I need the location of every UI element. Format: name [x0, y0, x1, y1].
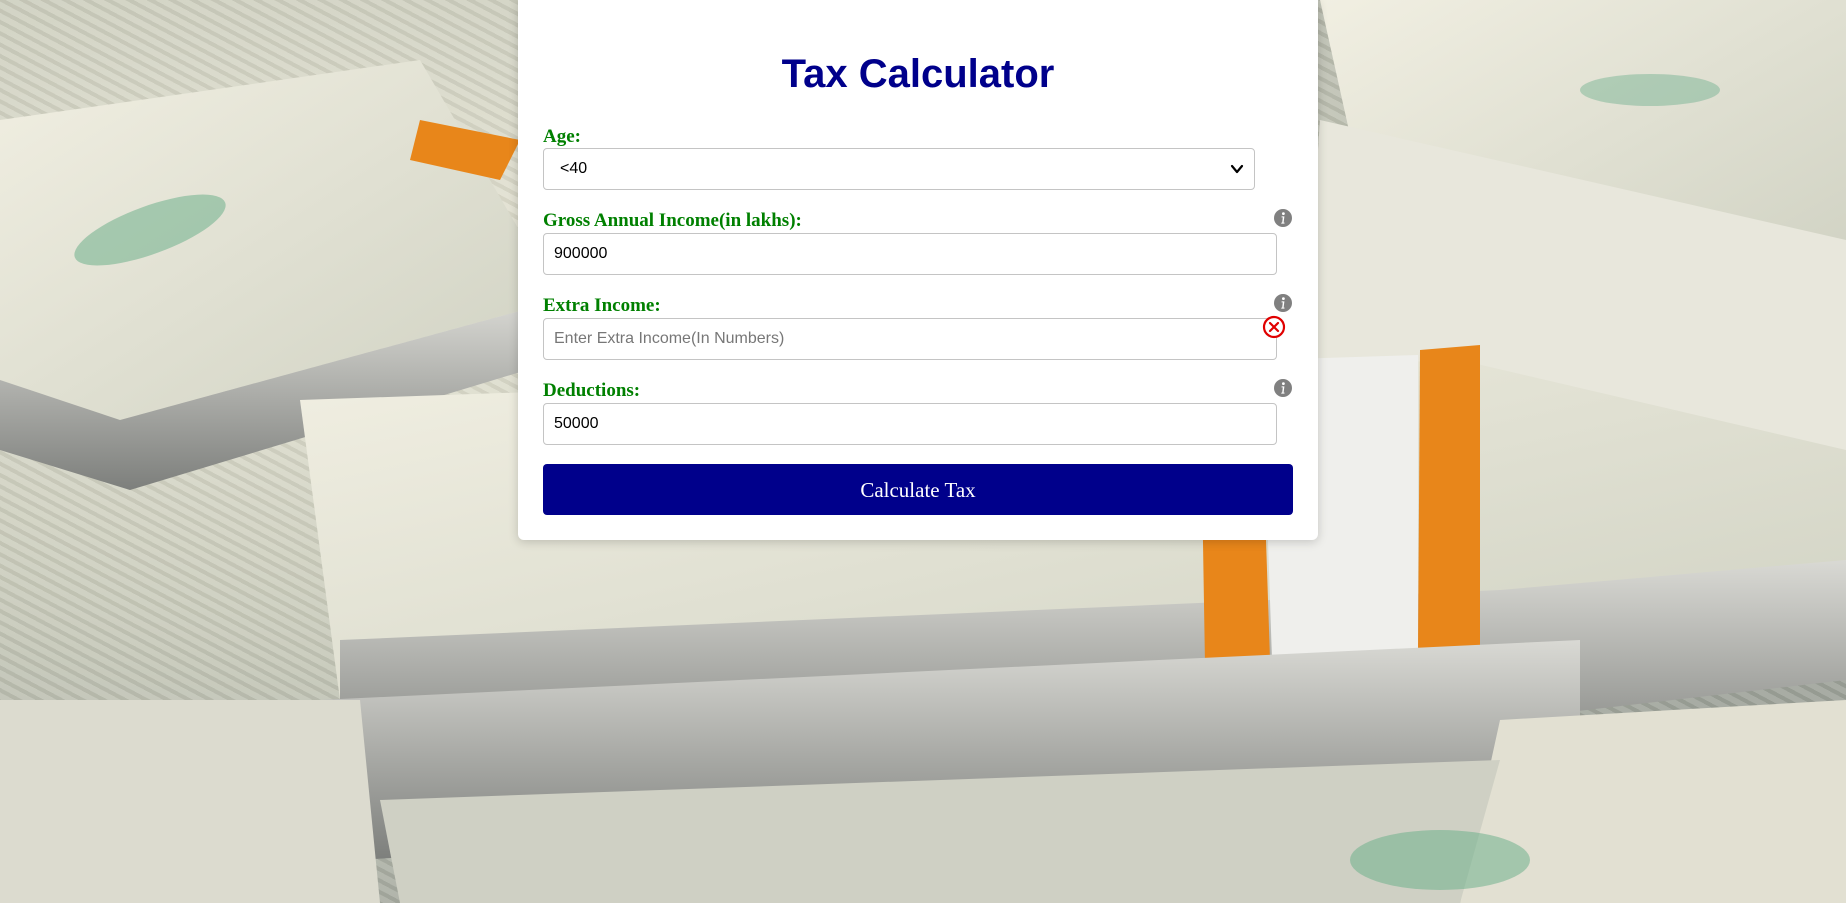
error-circle-icon: [1262, 315, 1286, 339]
info-icon[interactable]: [1274, 209, 1292, 227]
info-icon[interactable]: [1274, 379, 1292, 397]
deductions-label: Deductions:: [543, 380, 641, 401]
extra-income-input[interactable]: [543, 318, 1277, 360]
info-icon[interactable]: [1274, 294, 1292, 312]
extra-income-label: Extra Income:: [543, 295, 661, 316]
gross-income-input[interactable]: [543, 233, 1277, 275]
age-label: Age:: [543, 126, 581, 147]
tax-calculator-card: Tax Calculator Age: <40 Gross Annual Inc…: [518, 0, 1318, 540]
page-title: Tax Calculator: [781, 52, 1055, 96]
deductions-input[interactable]: [543, 403, 1277, 445]
age-select-value: <40: [560, 160, 588, 177]
age-select[interactable]: <40: [543, 148, 1255, 190]
gross-income-label: Gross Annual Income(in lakhs):: [543, 210, 802, 231]
chevron-down-icon: [1230, 164, 1244, 174]
calculate-tax-button[interactable]: Calculate Tax: [543, 464, 1293, 515]
